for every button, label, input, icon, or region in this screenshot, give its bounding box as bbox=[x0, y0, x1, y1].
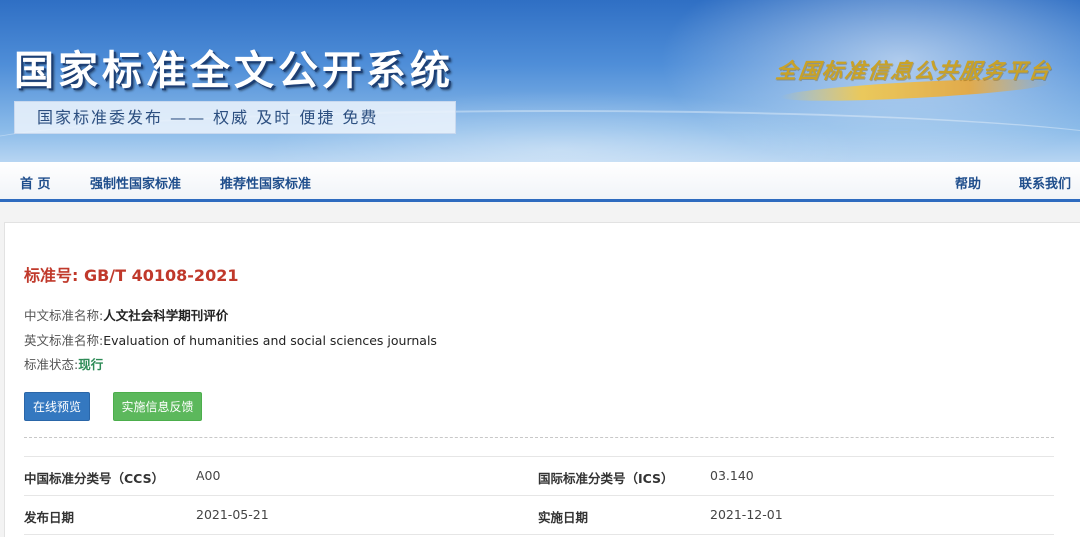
row-divider bbox=[24, 534, 1054, 535]
site-title: 国家标准全文公开系统 bbox=[14, 48, 454, 94]
en-name-label: 英文标准名称: bbox=[24, 333, 104, 348]
ccs-value: A00 bbox=[196, 468, 221, 483]
publish-date-label: 发布日期 bbox=[24, 510, 75, 525]
implement-date-label: 实施日期 bbox=[538, 510, 589, 525]
site-subtitle: 国家标准委发布 —— 权威 及时 便捷 免费 bbox=[14, 101, 456, 134]
status-field: 标准状态:现行 bbox=[24, 354, 103, 373]
row-divider bbox=[24, 456, 1054, 457]
ics-label: 国际标准分类号（ICS） bbox=[538, 471, 674, 486]
status-value: 现行 bbox=[78, 357, 104, 372]
main-nav: 首 页 强制性国家标准 推荐性国家标准 帮助 联系我们 bbox=[0, 162, 1080, 202]
implement-date-value: 2021-12-01 bbox=[710, 507, 783, 522]
standard-number: 标准号: GB/T 40108-2021 bbox=[24, 266, 239, 285]
cn-name-field: 中文标准名称:人文社会科学期刊评价 bbox=[24, 305, 228, 324]
nav-recommended-standards[interactable]: 推荐性国家标准 bbox=[220, 173, 311, 192]
nav-help[interactable]: 帮助 bbox=[955, 173, 981, 192]
cn-name-value: 人文社会科学期刊评价 bbox=[103, 308, 229, 323]
publish-date-value: 2021-05-21 bbox=[196, 507, 269, 522]
cn-name-label: 中文标准名称: bbox=[24, 308, 104, 323]
online-preview-button[interactable]: 在线预览 bbox=[24, 392, 90, 421]
ics-value: 03.140 bbox=[710, 468, 754, 483]
en-name-field: 英文标准名称:Evaluation of humanities and soci… bbox=[24, 330, 437, 349]
row-divider bbox=[24, 495, 1054, 496]
nav-contact-us[interactable]: 联系我们 bbox=[1019, 173, 1071, 192]
ccs-label: 中国标准分类号（CCS） bbox=[24, 471, 165, 486]
implementation-feedback-button[interactable]: 实施信息反馈 bbox=[113, 392, 202, 421]
nav-mandatory-standards[interactable]: 强制性国家标准 bbox=[90, 173, 181, 192]
header-banner: 国家标准全文公开系统 国家标准委发布 —— 权威 及时 便捷 免费 全国标准信息… bbox=[0, 0, 1080, 162]
status-label: 标准状态: bbox=[24, 357, 79, 372]
nav-home[interactable]: 首 页 bbox=[20, 173, 51, 192]
en-name-value: Evaluation of humanities and social scie… bbox=[103, 333, 437, 348]
platform-logo-text: 全国标准信息公共服务平台 bbox=[774, 58, 1054, 83]
section-divider bbox=[24, 437, 1054, 438]
